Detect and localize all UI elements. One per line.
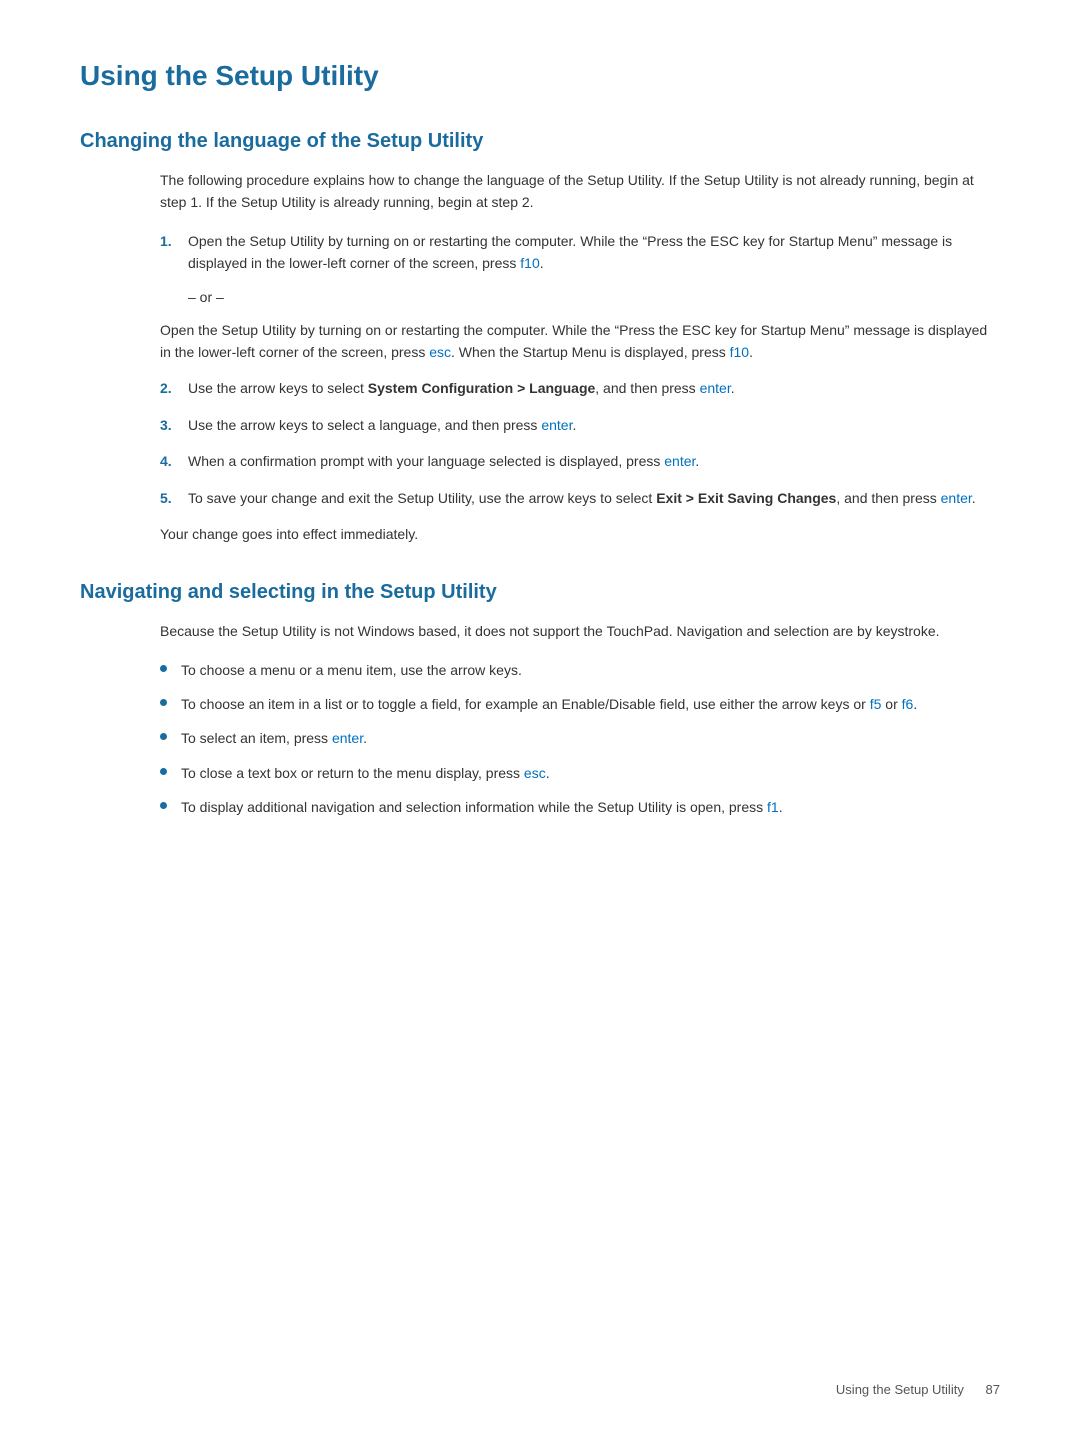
bullet-2-link-f5[interactable]: f5	[870, 696, 882, 712]
bullet-4-dot	[160, 768, 167, 775]
step-4-content: When a confirmation prompt with your lan…	[188, 450, 1000, 472]
bullet-2: To choose an item in a list or to toggle…	[160, 693, 1000, 715]
bullet-3-end: .	[363, 730, 367, 746]
section-changing-language: Changing the language of the Setup Utili…	[80, 130, 1000, 545]
section2-intro: Because the Setup Utility is not Windows…	[160, 620, 1000, 642]
step-3-before: Use the arrow keys to select a language,…	[188, 417, 541, 433]
bullet-2-mid: or	[881, 696, 901, 712]
followup-mid: . When the Startup Menu is displayed, pr…	[451, 344, 730, 360]
section1-intro: The following procedure explains how to …	[160, 169, 1000, 214]
bullet-5-before: To display additional navigation and sel…	[181, 799, 767, 815]
bullet-list: To choose a menu or a menu item, use the…	[160, 659, 1000, 819]
step-4-link-enter[interactable]: enter	[664, 453, 695, 469]
bullet-4-link-esc[interactable]: esc	[524, 765, 546, 781]
bullet-4: To close a text box or return to the men…	[160, 762, 1000, 784]
bullet-3-content: To select an item, press enter.	[181, 727, 367, 749]
step-4-end: .	[695, 453, 699, 469]
footer-text: Using the Setup Utility	[836, 1382, 964, 1397]
bullet-4-before: To close a text box or return to the men…	[181, 765, 524, 781]
footer-page-number: 87	[986, 1382, 1000, 1397]
bullet-2-link-f6[interactable]: f6	[902, 696, 914, 712]
bullet-3: To select an item, press enter.	[160, 727, 1000, 749]
step-4-before: When a confirmation prompt with your lan…	[188, 453, 664, 469]
bullet-2-before: To choose an item in a list or to toggle…	[181, 696, 870, 712]
section-navigating: Navigating and selecting in the Setup Ut…	[80, 581, 1000, 818]
step-3-link-enter[interactable]: enter	[541, 417, 572, 433]
followup-end: .	[749, 344, 753, 360]
step-5-content: To save your change and exit the Setup U…	[188, 487, 1000, 509]
step-2-bold: System Configuration > Language	[368, 380, 596, 396]
followup-link-f10[interactable]: f10	[730, 344, 749, 360]
step-2-link-enter[interactable]: enter	[700, 380, 731, 396]
step-2: Use the arrow keys to select System Conf…	[160, 377, 1000, 399]
bullet-5-content: To display additional navigation and sel…	[181, 796, 783, 818]
step-5-bold: Exit > Exit Saving Changes	[656, 490, 836, 506]
page-footer: Using the Setup Utility 87	[836, 1382, 1000, 1397]
bullet-5: To display additional navigation and sel…	[160, 796, 1000, 818]
bullet-1: To choose a menu or a menu item, use the…	[160, 659, 1000, 681]
step-3: Use the arrow keys to select a language,…	[160, 414, 1000, 436]
steps-list-continued: Use the arrow keys to select System Conf…	[160, 377, 1000, 509]
step-1: Open the Setup Utility by turning on or …	[160, 230, 1000, 275]
step-2-after: , and then press	[595, 380, 699, 396]
step-1-text-period: .	[540, 255, 544, 271]
step-3-end: .	[572, 417, 576, 433]
bullet-2-dot	[160, 699, 167, 706]
bullet-4-content: To close a text box or return to the men…	[181, 762, 550, 784]
step-5-after: , and then press	[836, 490, 940, 506]
bullet-5-link-f1[interactable]: f1	[767, 799, 779, 815]
step-2-before: Use the arrow keys to select	[188, 380, 368, 396]
step-2-content: Use the arrow keys to select System Conf…	[188, 377, 1000, 399]
bullet-5-end: .	[779, 799, 783, 815]
bullet-3-link-enter[interactable]: enter	[332, 730, 363, 746]
step-3-content: Use the arrow keys to select a language,…	[188, 414, 1000, 436]
step-1-text-before: Open the Setup Utility by turning on or …	[188, 233, 952, 271]
bullet-4-end: .	[546, 765, 550, 781]
followup-link-esc[interactable]: esc	[429, 344, 451, 360]
bullet-1-dot	[160, 665, 167, 672]
section2-title: Navigating and selecting in the Setup Ut…	[80, 581, 1000, 604]
bullet-2-end: .	[913, 696, 917, 712]
step-5-link-enter[interactable]: enter	[941, 490, 972, 506]
after-steps-text: Your change goes into effect immediately…	[160, 523, 1000, 545]
step-1-content: Open the Setup Utility by turning on or …	[188, 230, 1000, 275]
step-1-link-f10[interactable]: f10	[520, 255, 539, 271]
bullet-2-content: To choose an item in a list or to toggle…	[181, 693, 917, 715]
bullet-1-text: To choose a menu or a menu item, use the…	[181, 659, 522, 681]
steps-list: Open the Setup Utility by turning on or …	[160, 230, 1000, 275]
footer-spacer	[967, 1382, 981, 1397]
or-divider: – or –	[188, 289, 1000, 305]
page-title: Using the Setup Utility	[80, 60, 1000, 100]
bullet-3-before: To select an item, press	[181, 730, 332, 746]
step-5: To save your change and exit the Setup U…	[160, 487, 1000, 509]
or-followup-text: Open the Setup Utility by turning on or …	[160, 319, 1000, 364]
step-5-end: .	[972, 490, 976, 506]
bullet-3-dot	[160, 733, 167, 740]
step-5-before: To save your change and exit the Setup U…	[188, 490, 656, 506]
bullet-5-dot	[160, 802, 167, 809]
step-2-end: .	[731, 380, 735, 396]
section1-title: Changing the language of the Setup Utili…	[80, 130, 1000, 153]
step-4: When a confirmation prompt with your lan…	[160, 450, 1000, 472]
